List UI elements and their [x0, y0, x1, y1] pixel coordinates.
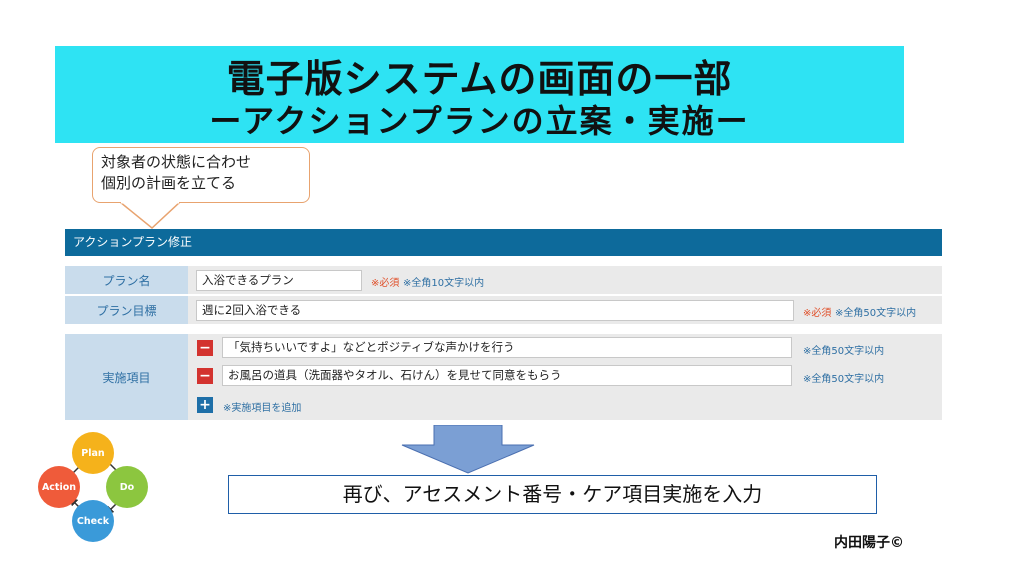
plan-name-input[interactable]: 入浴できるプラン [196, 270, 362, 291]
action-item-1-limit: ※全角50文字以内 [803, 346, 885, 357]
callout-line-1: 対象者の状態に合わせ [101, 153, 252, 171]
pdca-do-circle: Do [106, 466, 148, 508]
action-plan-form: アクションプラン修正 プラン名 入浴できるプラン ※必須 ※全角10文字以内 プ… [65, 229, 942, 420]
title-banner: 電子版システムの画面の一部 ーアクションプランの立案・実施ー [55, 46, 904, 143]
result-instruction-box: 再び、アセスメント番号・ケア項目実施を入力 [228, 475, 877, 514]
author-credit: 内田陽子© [834, 535, 904, 551]
remove-item-2-button[interactable]: − [197, 368, 213, 384]
plan-goal-label: プラン目標 [65, 296, 188, 324]
action-item-2-limit: ※全角50文字以内 [803, 374, 885, 385]
callout-line-2: 個別の計画を立てる [101, 174, 237, 192]
callout-bubble: 対象者の状態に合わせ 個別の計画を立てる [92, 147, 310, 203]
pdca-check-circle: Check [72, 500, 114, 542]
plan-name-limit: ※全角10文字以内 [403, 278, 485, 289]
plan-name-required: ※必須 [371, 278, 400, 289]
plan-goal-row: プラン目標 週に2回入浴できる ※必須 ※全角50文字以内 [65, 296, 942, 324]
action-item-1-input[interactable]: 「気持ちいいですよ」などとポジティブな声かけを行う [222, 337, 792, 358]
action-items-row: 実施項目 − 「気持ちいいですよ」などとポジティブな声かけを行う ※全角50文字… [65, 334, 942, 420]
plan-goal-limit: ※全角50文字以内 [835, 308, 917, 319]
title-line-1: 電子版システムの画面の一部 [226, 57, 733, 101]
plan-name-label: プラン名 [65, 266, 188, 294]
remove-item-1-button[interactable]: − [197, 340, 213, 356]
form-header: アクションプラン修正 [65, 229, 942, 256]
callout-tail [118, 202, 182, 229]
action-items-label: 実施項目 [65, 334, 188, 420]
action-item-2-input[interactable]: お風呂の道具（洗面器やタオル、石けん）を見せて同意をもらう [222, 365, 792, 386]
pdca-plan-circle: Plan [72, 432, 114, 474]
add-item-link[interactable]: ※実施項目を追加 [223, 399, 301, 414]
pdca-cycle-graphic: Plan Do Check Action [38, 430, 153, 545]
add-item-button[interactable]: + [197, 397, 213, 413]
title-line-2: ーアクションプランの立案・実施ー [209, 102, 750, 140]
plan-goal-required: ※必須 [803, 308, 832, 319]
plan-goal-input[interactable]: 週に2回入浴できる [196, 300, 794, 321]
pdca-action-circle: Action [38, 466, 80, 508]
plan-name-row: プラン名 入浴できるプラン ※必須 ※全角10文字以内 [65, 266, 942, 294]
down-arrow-icon [401, 425, 535, 474]
